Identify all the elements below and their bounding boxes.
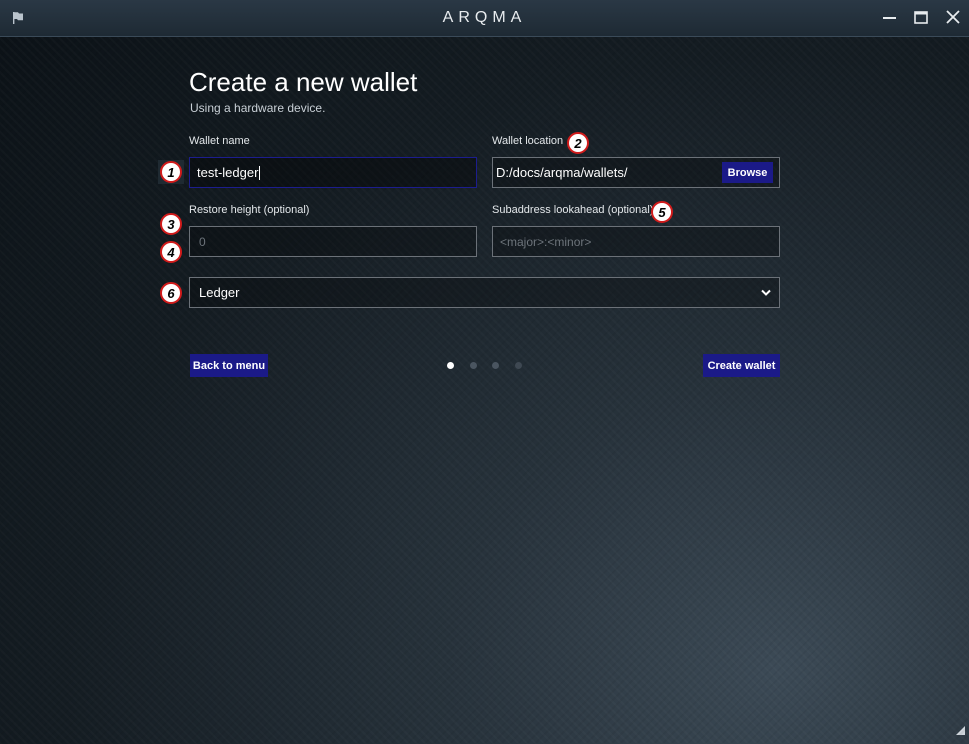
restore-height-label: Restore height (optional): [189, 204, 310, 216]
wallet-name-value: test-ledger: [197, 165, 259, 180]
device-select-value: Ledger: [199, 285, 240, 300]
pager-dot-active: [447, 362, 454, 369]
maximize-icon[interactable]: [910, 8, 932, 28]
annotation-badge-5: 5: [651, 201, 673, 223]
text-caret: [259, 165, 261, 180]
annotation-badge-2: 2: [567, 132, 589, 154]
annotation-badge-1: 1: [160, 161, 182, 183]
page-subtitle: Using a hardware device.: [190, 101, 326, 115]
back-to-menu-button[interactable]: Back to menu: [190, 354, 268, 377]
pager-dot: [470, 362, 477, 369]
pager-dot: [492, 362, 499, 369]
app-window: ARQMA Create a new wallet Using a hardwa…: [0, 0, 969, 744]
wallet-location-label: Wallet location: [492, 135, 564, 147]
chevron-down-icon: [760, 285, 772, 300]
subaddress-lookahead-input[interactable]: <major>:<minor>: [492, 226, 780, 257]
annotation-badge-6: 6: [160, 282, 182, 304]
annotation-badge-4: 4: [160, 241, 182, 263]
create-wallet-button[interactable]: Create wallet: [703, 354, 780, 377]
wallet-location-value: D:/docs/arqma/wallets/: [496, 165, 628, 180]
annotation-badge-3: 3: [160, 213, 182, 235]
subaddress-lookahead-label: Subaddress lookahead (optional): [492, 204, 654, 216]
subaddress-lookahead-placeholder: <major>:<minor>: [500, 234, 592, 249]
restore-height-input[interactable]: 0: [189, 226, 477, 257]
browse-button[interactable]: Browse: [722, 162, 773, 183]
close-icon[interactable]: [942, 8, 964, 28]
title-bar[interactable]: ARQMA: [0, 0, 969, 37]
wallet-name-input[interactable]: test-ledger: [189, 157, 477, 188]
app-logo: ARQMA: [442, 9, 527, 26]
device-select[interactable]: Ledger: [189, 277, 780, 308]
minimize-icon[interactable]: [879, 8, 901, 28]
main-content: Create a new wallet Using a hardware dev…: [0, 37, 969, 744]
restore-height-placeholder: 0: [199, 234, 206, 249]
pager-dot: [515, 362, 522, 369]
wallet-name-label: Wallet name: [189, 135, 250, 147]
page-title: Create a new wallet: [189, 67, 418, 97]
